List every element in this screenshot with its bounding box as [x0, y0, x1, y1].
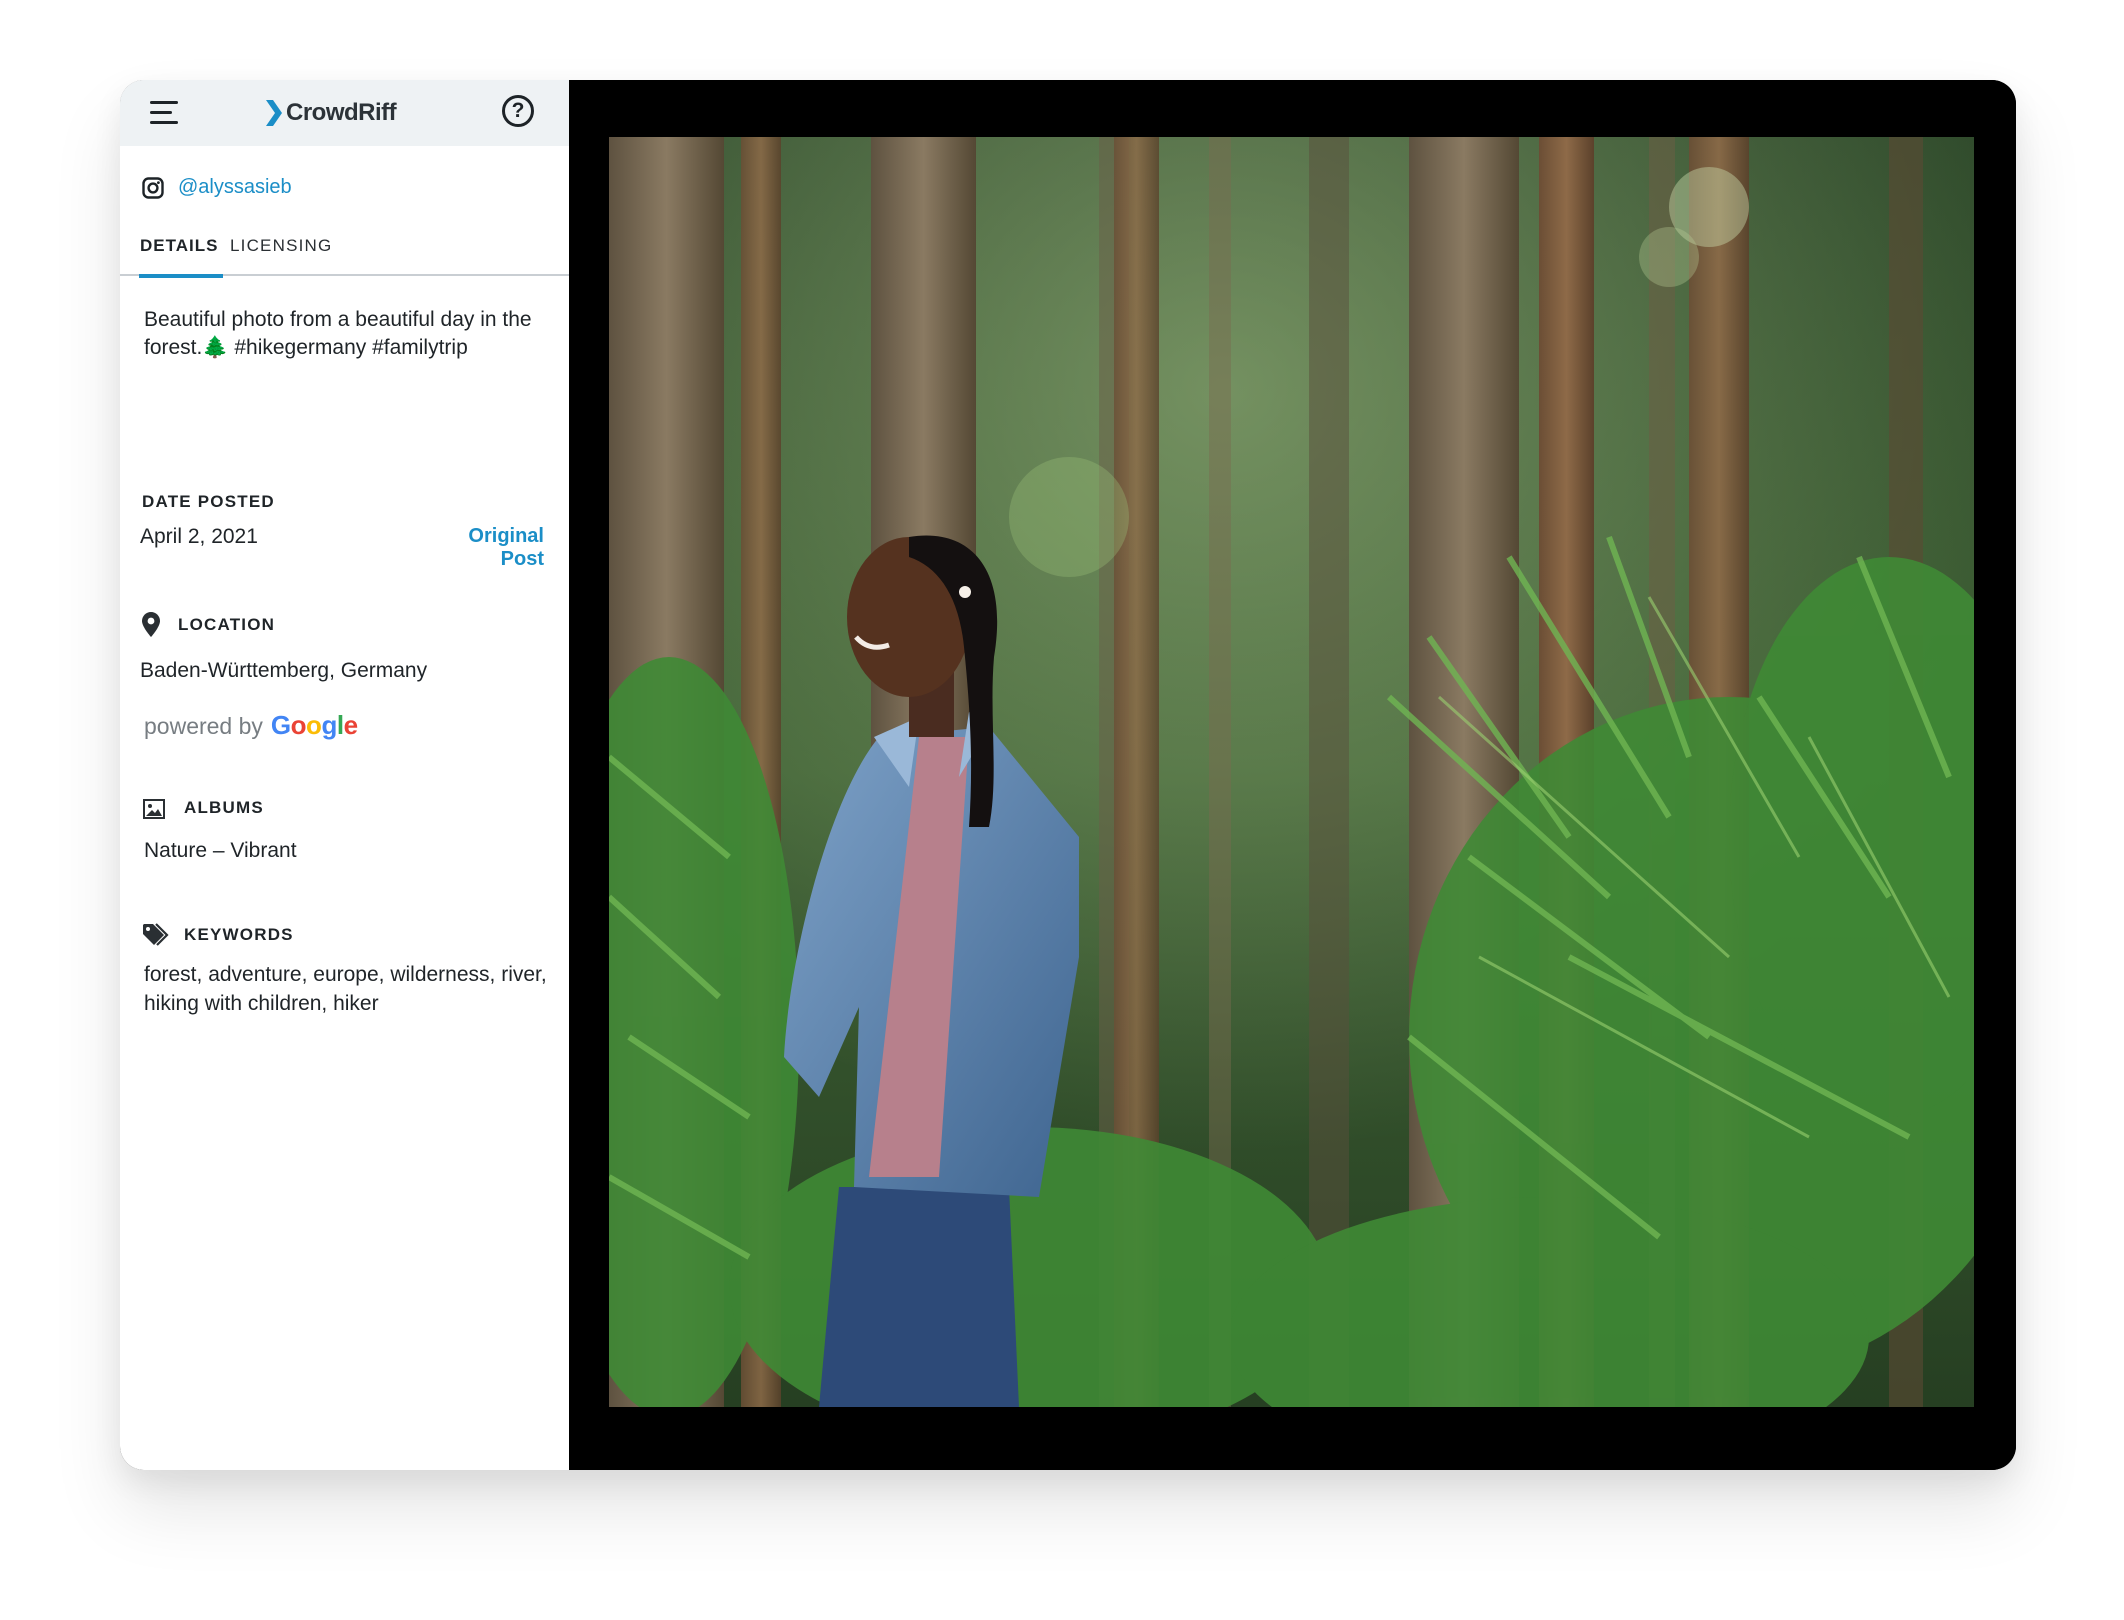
albums-value: Nature – Vibrant	[144, 839, 297, 862]
author-handle-link[interactable]: @alyssasieb	[178, 176, 292, 199]
keywords-value: forest, adventure, europe, wilderness, r…	[144, 963, 547, 1015]
instagram-icon	[142, 176, 164, 199]
help-icon[interactable]: ?	[502, 95, 534, 127]
location-pin-icon	[142, 612, 160, 637]
tab-details[interactable]: DETAILS	[140, 234, 218, 272]
powered-by-google: powered by Google	[144, 710, 358, 741]
main-photo[interactable]	[609, 137, 1974, 1407]
active-tab-indicator	[139, 274, 223, 278]
albums-label: ALBUMS	[184, 798, 264, 817]
photo-viewer	[569, 80, 2016, 1470]
date-posted-value: April 2, 2021	[140, 525, 258, 548]
details-sidebar: CrowdRiff ? @alyssasieb DETAILS LICENSIN…	[120, 80, 569, 1470]
tag-icon	[143, 923, 169, 946]
brand-name: CrowdRiff	[286, 99, 397, 126]
tab-licensing[interactable]: LICENSING	[230, 234, 332, 272]
brand-logo[interactable]: CrowdRiff	[266, 98, 397, 128]
author-row: @alyssasieb	[142, 176, 292, 199]
location-label: LOCATION	[178, 615, 276, 634]
tab-bar: DETAILS LICENSING	[120, 234, 569, 278]
sidebar-header: CrowdRiff ?	[120, 80, 569, 146]
original-post-link[interactable]: Original Post	[425, 525, 544, 571]
date-posted-label: DATE POSTED	[142, 492, 275, 511]
location-value: Baden-Württemberg, Germany	[140, 659, 428, 682]
keywords-label: KEYWORDS	[184, 925, 294, 944]
menu-icon[interactable]	[150, 101, 178, 125]
powered-by-text: powered by	[144, 713, 263, 739]
app-window: CrowdRiff ? @alyssasieb DETAILS LICENSIN…	[120, 80, 2016, 1470]
forest-photo-illustration	[609, 137, 1974, 1407]
post-caption: Beautiful photo from a beautiful day in …	[144, 308, 532, 359]
google-logo: Google	[270, 710, 358, 740]
logo-mark-icon	[266, 100, 282, 126]
album-icon	[143, 799, 165, 819]
